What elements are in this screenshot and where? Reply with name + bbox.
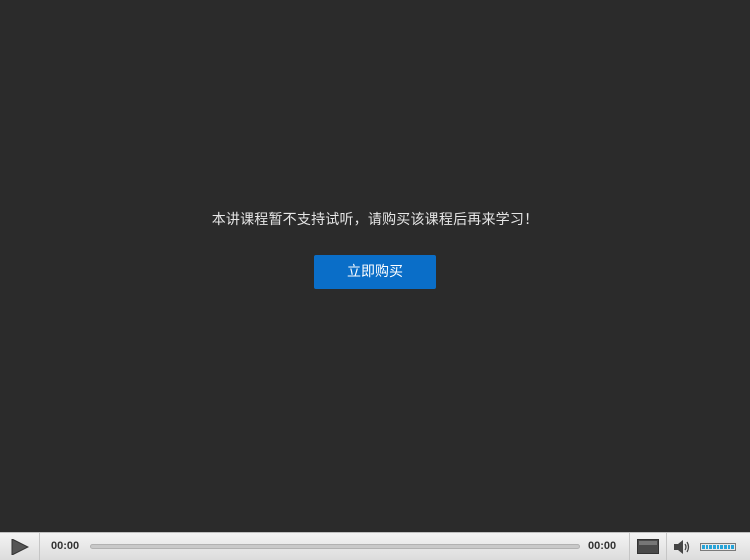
fullscreen-button[interactable] [637,539,659,554]
trial-unavailable-notice: 本讲课程暂不支持试听，请购买该课程后再来学习！ [211,212,539,228]
volume-segment [727,545,731,549]
volume-segment [720,545,724,549]
separator [629,533,630,560]
fullscreen-icon [637,539,659,554]
volume-button[interactable] [673,539,691,555]
player-control-bar: 00:00 00:00 [0,532,750,560]
video-stage: 本讲课程暂不支持试听，请购买该课程后再来学习！ 立即购买 [0,0,750,532]
play-button[interactable] [0,533,40,560]
volume-segment [702,545,705,549]
buy-now-button[interactable]: 立即购买 [314,255,436,289]
volume-segment [724,545,727,549]
volume-segment [713,545,716,549]
volume-segment [709,545,713,549]
total-time: 00:00 [588,540,617,552]
volume-icon [674,540,690,554]
progress-bar[interactable] [90,544,580,549]
volume-segment [731,545,735,549]
play-icon [11,539,29,555]
volume-segment [716,545,720,549]
volume-slider[interactable] [700,543,736,551]
current-time: 00:00 [51,540,80,552]
separator [666,533,667,560]
volume-segment [705,545,709,549]
